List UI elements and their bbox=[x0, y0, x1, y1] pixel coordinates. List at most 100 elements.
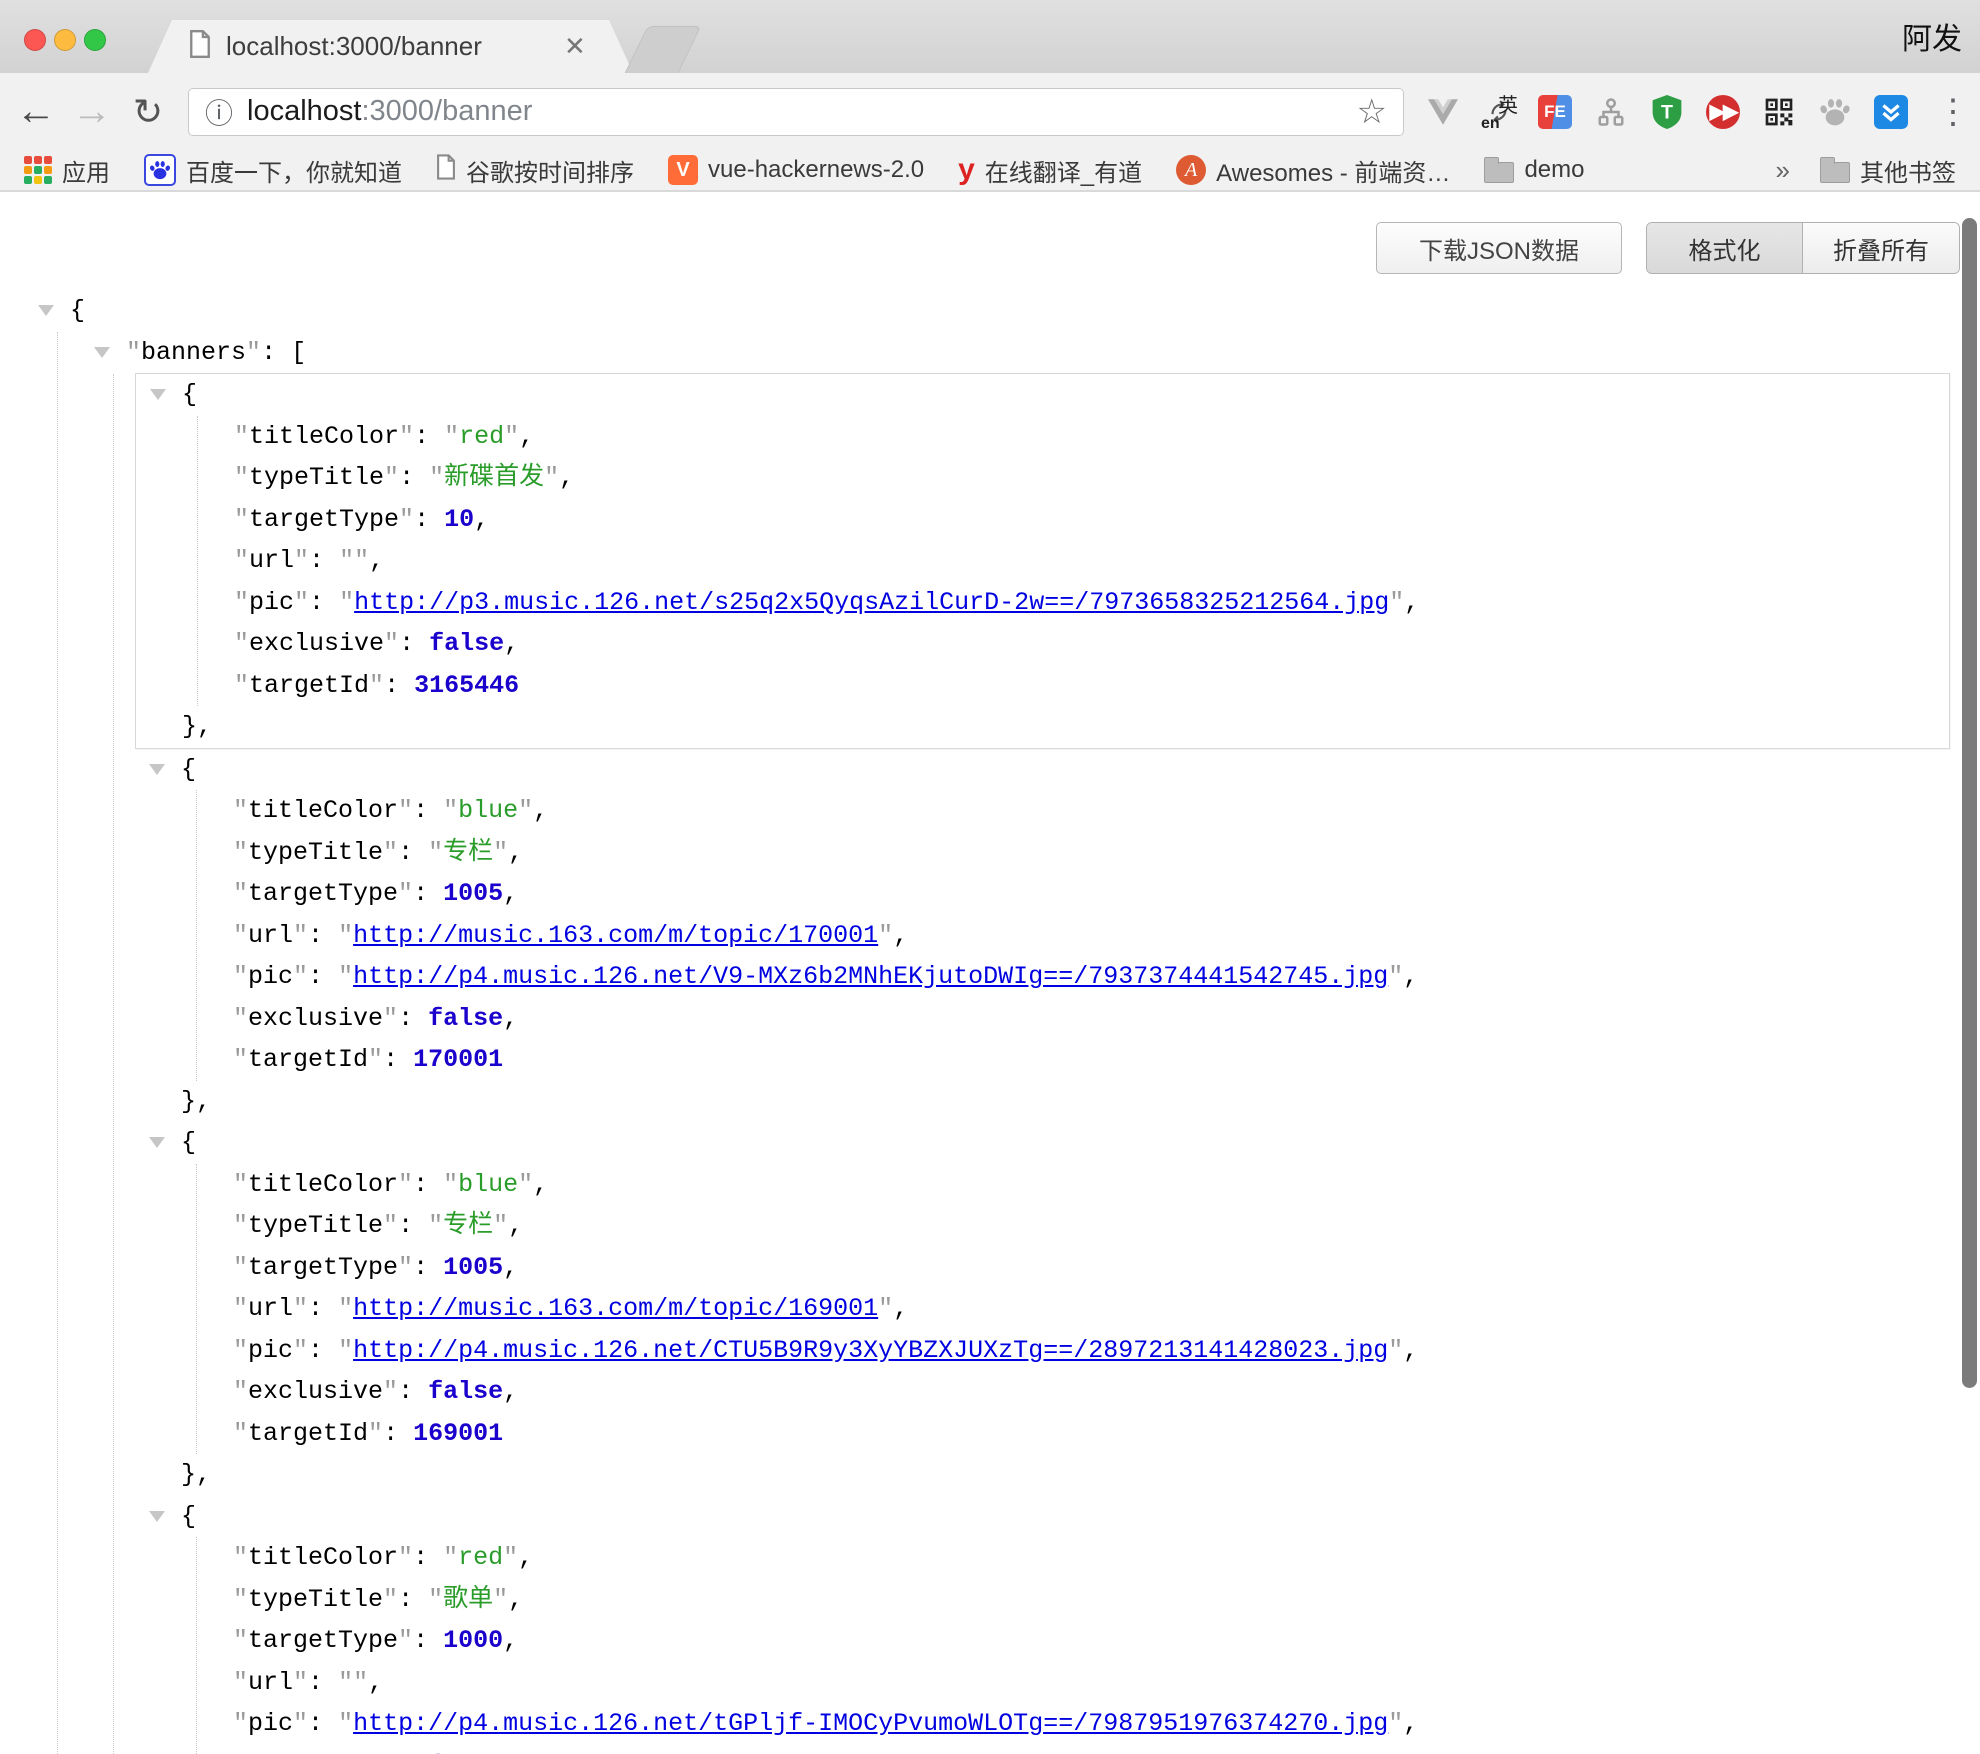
tab-title: localhost:3000/banner bbox=[226, 31, 556, 62]
object-open-row: { bbox=[136, 374, 1949, 416]
json-field-row: "titleColor": "blue", bbox=[135, 1164, 1950, 1206]
collapse-triangle-icon[interactable] bbox=[149, 764, 165, 775]
json-field-row: "typeTitle": "专栏", bbox=[135, 832, 1950, 874]
json-field-row: "pic": "http://p3.music.126.net/s25q2x5Q… bbox=[136, 582, 1949, 624]
json-object: {"titleColor": "blue","typeTitle": "专栏",… bbox=[135, 749, 1950, 1123]
json-field-row: "targetId": 170001 bbox=[135, 1039, 1950, 1081]
json-array-items: {"titleColor": "red","typeTitle": "新碟首发"… bbox=[0, 373, 1980, 1754]
json-field-row: "targetId": 3165446 bbox=[136, 665, 1949, 707]
address-bar[interactable]: ⓘ localhost:3000/banner ☆ bbox=[188, 88, 1404, 136]
json-field-row: "typeTitle": "歌单", bbox=[135, 1579, 1950, 1621]
json-field-row: "targetType": 1005, bbox=[135, 1247, 1950, 1289]
browser-window: localhost:3000/banner ✕ 阿发 ← → ↻ ⓘ local… bbox=[0, 0, 1980, 1754]
json-field-row: "url": "", bbox=[136, 540, 1949, 582]
json-field-row: "targetType": 10, bbox=[136, 499, 1949, 541]
url-host: localhost bbox=[247, 95, 361, 127]
fast-forward-icon[interactable]: ▶▶ bbox=[1704, 93, 1742, 131]
json-link[interactable]: http://p4.music.126.net/V9-MXz6b2MNhEKju… bbox=[353, 962, 1388, 991]
page-icon bbox=[188, 30, 212, 63]
tab-strip: localhost:3000/banner ✕ 阿发 bbox=[0, 0, 1980, 73]
scrollbar-thumb[interactable] bbox=[1962, 218, 1977, 1388]
json-link[interactable]: http://p3.music.126.net/s25q2x5QyqsAzilC… bbox=[354, 588, 1389, 617]
json-object: {"titleColor": "red","typeTitle": "歌单","… bbox=[135, 1496, 1950, 1754]
sitemap-icon[interactable] bbox=[1592, 93, 1630, 131]
json-field-row: "typeTitle": "专栏", bbox=[135, 1205, 1950, 1247]
json-object: {"titleColor": "red","typeTitle": "新碟首发"… bbox=[135, 373, 1950, 749]
bookmark-google-sort[interactable]: 谷歌按时间排序 bbox=[436, 153, 634, 188]
page-icon bbox=[436, 154, 456, 187]
bookmark-star-icon[interactable]: ☆ bbox=[1357, 92, 1387, 132]
json-field-row: "targetId": 169001 bbox=[135, 1413, 1950, 1455]
reload-button[interactable]: ↻ bbox=[126, 87, 170, 137]
bookmark-other-folder[interactable]: 其他书签 bbox=[1820, 153, 1956, 188]
json-field-row: "url": "http://music.163.com/m/topic/169… bbox=[135, 1288, 1950, 1330]
object-fields: "titleColor": "blue","typeTitle": "专栏","… bbox=[135, 790, 1950, 1081]
paw-icon[interactable] bbox=[1816, 93, 1854, 131]
svg-text:T: T bbox=[1661, 101, 1673, 123]
bookmark-awesomes[interactable]: A Awesomes - 前端资… bbox=[1176, 153, 1450, 188]
bookmark-demo-folder[interactable]: demo bbox=[1484, 156, 1584, 184]
bookmark-baidu[interactable]: 百度一下，你就知道 bbox=[144, 153, 402, 188]
profile-name[interactable]: 阿发 bbox=[1902, 14, 1962, 58]
json-field-row: "targetType": 1000, bbox=[135, 1620, 1950, 1662]
banners-key-row: "banners": [ bbox=[0, 332, 1980, 374]
json-field-row: "typeTitle": "新碟首发", bbox=[136, 457, 1949, 499]
vue-icon: V bbox=[668, 155, 698, 185]
json-link[interactable]: http://music.163.com/m/topic/170001 bbox=[353, 921, 878, 950]
json-link[interactable]: http://p4.music.126.net/tGPljf-IMOCyPvum… bbox=[353, 1709, 1388, 1738]
object-fields: "titleColor": "red","typeTitle": "歌单","t… bbox=[135, 1537, 1950, 1754]
json-field-row: "pic": "http://p4.music.126.net/tGPljf-I… bbox=[135, 1703, 1950, 1745]
root-open-row: { bbox=[0, 290, 1980, 332]
vue-devtools-icon[interactable] bbox=[1424, 93, 1462, 131]
shield-t-icon[interactable]: T bbox=[1648, 93, 1686, 131]
bookmarks-bar: 应用 百度一下，你就知道 谷歌按时间排序 V vue-hackernews-2.… bbox=[0, 150, 1980, 192]
bookmarks-overflow-icon[interactable]: » bbox=[1776, 155, 1790, 186]
page-content: 下载JSON数据 格式化 折叠所有 { "banners": [ {"title… bbox=[0, 194, 1980, 1754]
awesomes-icon: A bbox=[1176, 155, 1206, 185]
new-tab-button[interactable] bbox=[625, 26, 702, 73]
forward-button[interactable]: → bbox=[70, 87, 114, 137]
collapse-triangle-icon[interactable] bbox=[149, 1511, 165, 1522]
collapse-triangle-icon[interactable] bbox=[94, 347, 110, 358]
baidu-paw-icon bbox=[144, 154, 176, 186]
json-field-row: "targetType": 1005, bbox=[135, 873, 1950, 915]
back-button[interactable]: ← bbox=[14, 87, 58, 137]
json-link[interactable]: http://music.163.com/m/topic/169001 bbox=[353, 1294, 878, 1323]
bookmark-apps[interactable]: 应用 bbox=[24, 153, 110, 188]
url-path: :3000/banner bbox=[361, 95, 532, 127]
json-field-row: "pic": "http://p4.music.126.net/V9-MXz6b… bbox=[135, 956, 1950, 998]
toolbar: ← → ↻ ⓘ localhost:3000/banner ☆ 英 en FE … bbox=[0, 73, 1980, 150]
json-field-row: "exclusive": false, bbox=[136, 623, 1949, 665]
browser-tab[interactable]: localhost:3000/banner ✕ bbox=[148, 20, 633, 73]
json-tree: { "banners": [ {"titleColor": "red","typ… bbox=[0, 194, 1980, 1754]
json-field-row: "titleColor": "red", bbox=[136, 416, 1949, 458]
bookmark-vue-hackernews[interactable]: V vue-hackernews-2.0 bbox=[668, 155, 924, 185]
folder-icon bbox=[1484, 162, 1514, 183]
json-object: {"titleColor": "blue","typeTitle": "专栏",… bbox=[135, 1122, 1950, 1496]
fe-icon[interactable]: FE bbox=[1536, 93, 1574, 131]
object-fields: "titleColor": "blue","typeTitle": "专栏","… bbox=[135, 1164, 1950, 1455]
close-window-button[interactable] bbox=[24, 29, 46, 51]
qr-code-icon[interactable] bbox=[1760, 93, 1798, 131]
object-close-row: }, bbox=[136, 706, 1949, 748]
tab-close-icon[interactable]: ✕ bbox=[564, 31, 586, 62]
extension-icons: 英 en FE T ▶▶ bbox=[1424, 93, 1928, 131]
download-manager-icon[interactable] bbox=[1872, 93, 1910, 131]
youdao-icon: y bbox=[958, 155, 975, 185]
minimize-window-button[interactable] bbox=[54, 29, 76, 51]
translate-icon[interactable]: 英 en bbox=[1480, 93, 1518, 131]
collapse-triangle-icon[interactable] bbox=[150, 389, 166, 400]
object-open-row: { bbox=[135, 749, 1950, 791]
object-fields: "titleColor": "red","typeTitle": "新碟首发",… bbox=[136, 416, 1949, 707]
info-icon[interactable]: ⓘ bbox=[205, 92, 233, 132]
browser-menu-icon[interactable]: ⋮ bbox=[1936, 92, 1966, 132]
json-field-row: "exclusive": false, bbox=[135, 1371, 1950, 1413]
json-field-row: "url": "", bbox=[135, 1662, 1950, 1704]
collapse-triangle-icon[interactable] bbox=[38, 305, 54, 316]
window-controls bbox=[24, 29, 106, 51]
json-field-row: "exclusive": false, bbox=[135, 998, 1950, 1040]
maximize-window-button[interactable] bbox=[84, 29, 106, 51]
json-link[interactable]: http://p4.music.126.net/CTU5B9R9y3XyYBZX… bbox=[353, 1336, 1388, 1365]
bookmark-youdao[interactable]: y 在线翻译_有道 bbox=[958, 153, 1142, 188]
collapse-triangle-icon[interactable] bbox=[149, 1137, 165, 1148]
